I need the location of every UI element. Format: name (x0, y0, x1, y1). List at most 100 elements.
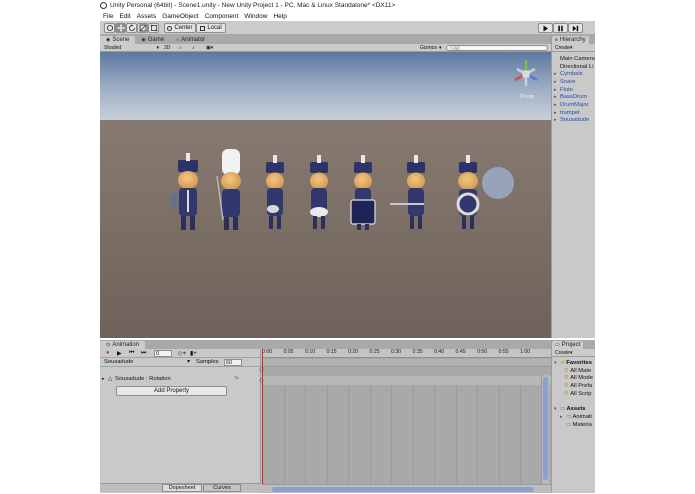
curves-tab[interactable]: Curves (203, 484, 241, 492)
property-row[interactable]: ▸ △ Sousadude : Rotation ↷ (100, 374, 260, 385)
tab-animation[interactable]: ◷ Animation (100, 341, 146, 349)
add-property-button[interactable]: Add Property (116, 386, 227, 396)
menu-file[interactable]: File (103, 13, 113, 20)
jacket-trim (187, 190, 189, 212)
scale-tool-button[interactable] (137, 23, 148, 33)
bass-drum (350, 199, 376, 225)
scene-viewport[interactable]: Persp (100, 52, 551, 338)
hierarchy-item-label: Main Camera (560, 55, 595, 62)
scene-search-input[interactable]: ⓠAll (446, 45, 548, 52)
pause-button[interactable] (553, 23, 568, 33)
tab-animator[interactable]: ○ Animator (170, 36, 212, 44)
asset-folder-item[interactable]: ▭ Materia (554, 421, 595, 429)
favorite-item[interactable]: ⚲ All Scrip (554, 390, 595, 398)
shading-mode-value: Shaded (104, 45, 122, 51)
hand-tool-button[interactable] (104, 23, 115, 33)
menu-gameobject[interactable]: GameObject (162, 13, 199, 20)
asset-folder-item[interactable]: ▸ ▭ Animati (554, 413, 595, 421)
hierarchy-item-snare[interactable]: ▸ Snare (554, 78, 595, 86)
hierarchy-item-main-camera[interactable]: Main Camera (554, 55, 595, 63)
grid-line (412, 385, 414, 484)
tab-project[interactable]: ▭ Project (552, 341, 584, 349)
hierarchy-tab-strip: ≡ Hierarchy (552, 35, 595, 44)
hierarchy-item-drummajor[interactable]: ▸ DrumMajor (554, 101, 595, 109)
scene-lighting-toggle[interactable]: ☼ (178, 45, 183, 51)
animation-property-pane: ● ▶ ⏮ ⏭ 0 ◇+ ▮+ Sousadude ▾ Samples 60 ▸… (100, 349, 261, 493)
grid-line (520, 385, 521, 484)
hierarchy-item-trumpet[interactable]: ▸ trumpet (554, 109, 595, 117)
previous-keyframe-icon[interactable]: ⏮ (129, 350, 134, 357)
grid-line (283, 385, 285, 484)
sousaphone-bell (482, 167, 514, 199)
add-event-icon[interactable]: ▮+ (190, 350, 197, 357)
samples-input[interactable]: 60 (224, 359, 242, 366)
hierarchy-item-cymbals[interactable]: ▸ Cymbals (554, 70, 595, 78)
step-icon (572, 25, 579, 31)
animation-tab-strip: ◷ Animation (100, 340, 551, 349)
timeline-area[interactable]: 0:00 0:05 0:10 0:15 0:20 0:25 0:30 0:35 … (259, 349, 551, 493)
project-title: Project (561, 342, 581, 348)
keyframe-diamond-icon[interactable]: ◇ (259, 377, 264, 384)
scrollbar-thumb[interactable] (272, 487, 534, 492)
frame-input[interactable]: 0 (154, 350, 172, 357)
gizmos-dropdown[interactable]: Gizmos ▾ (420, 45, 441, 51)
favorite-item[interactable]: ⚲ All Mode (554, 374, 595, 382)
favorite-label: All Mate (570, 367, 592, 374)
property-name: Sousadude : Rotation (115, 376, 171, 382)
hierarchy-item-directional-light[interactable]: Directional Li (554, 63, 595, 71)
keyframe-diamond-icon[interactable]: ◇ (259, 366, 264, 373)
shading-mode-dropdown[interactable]: Shaded ▾ (104, 45, 159, 51)
step-button[interactable] (568, 23, 583, 33)
project-create-dropdown[interactable]: Create ▾ (555, 350, 573, 356)
hat (407, 162, 425, 173)
rect-tool-button[interactable] (148, 23, 159, 33)
hierarchy-create-dropdown[interactable]: Create ▾ (555, 45, 573, 51)
grid-line (326, 385, 328, 484)
expand-arrow-icon[interactable]: ▸ (102, 376, 105, 382)
tick-label: 0:00 (262, 349, 273, 355)
favorite-item[interactable]: ⚲ All Prefa (554, 382, 595, 390)
timeline-ruler[interactable]: 0:00 0:05 0:10 0:15 0:20 0:25 0:30 0:35 … (262, 349, 551, 358)
timeline-horizontal-scrollbar[interactable] (262, 484, 551, 493)
dopesheet-tab[interactable]: Dopesheet (162, 484, 202, 492)
play-icon[interactable]: ▶ (117, 350, 122, 357)
add-keyframe-icon[interactable]: ◇+ (178, 350, 186, 357)
star-icon: ★ (560, 359, 566, 366)
menu-assets[interactable]: Assets (137, 13, 157, 20)
folder-icon: ▭ (566, 421, 572, 428)
scale-icon (139, 24, 146, 32)
property-menu-icon[interactable]: ↷ (234, 376, 239, 382)
next-keyframe-icon[interactable]: ⏭ (141, 350, 146, 357)
rotate-tool-button[interactable] (126, 23, 137, 33)
move-tool-button[interactable] (115, 23, 126, 33)
menu-component[interactable]: Component (205, 13, 239, 20)
timeline-vertical-scrollbar[interactable] (541, 375, 549, 485)
menu-window[interactable]: Window (244, 13, 267, 20)
keyframe-row[interactable] (262, 376, 551, 385)
chevron-down-icon: ▾ (187, 359, 190, 365)
project-toolbar: Create ▾ (552, 349, 595, 357)
menu-edit[interactable]: Edit (119, 13, 130, 20)
local-icon (200, 25, 206, 31)
clip-name: Sousadude (104, 359, 134, 365)
scene-effects-dropdown[interactable]: ▣ ▾ (206, 45, 213, 51)
event-row[interactable] (262, 359, 551, 367)
favorites-header[interactable]: ▾ ★ Favorites (554, 359, 595, 367)
hierarchy-item-bassdrum[interactable]: ▸ BassDrum (554, 93, 595, 101)
scrollbar-thumb[interactable] (543, 377, 548, 480)
favorite-item[interactable]: ⚲ All Mate (554, 367, 595, 375)
mode-2d-toggle[interactable]: 2D (164, 45, 170, 51)
menu-help[interactable]: Help (273, 13, 286, 20)
assets-header[interactable]: ▾ ▭ Assets (554, 405, 595, 413)
scene-audio-toggle[interactable]: ♪ (192, 45, 195, 51)
tab-hierarchy[interactable]: ≡ Hierarchy (552, 36, 589, 44)
hierarchy-item-sousadude[interactable]: ▸ Sousadude (554, 117, 595, 125)
play-button[interactable] (538, 23, 553, 33)
tab-game[interactable]: ◉ Game (135, 36, 171, 44)
pivot-local-toggle[interactable]: Local (196, 23, 226, 33)
clip-dropdown[interactable]: Sousadude ▾ (104, 359, 190, 365)
hierarchy-item-flute[interactable]: ▸ Flute (554, 86, 595, 94)
tab-scene[interactable]: ◉ Scene (100, 36, 136, 44)
record-icon[interactable]: ● (106, 350, 110, 356)
pivot-center-toggle[interactable]: Center (164, 23, 196, 33)
